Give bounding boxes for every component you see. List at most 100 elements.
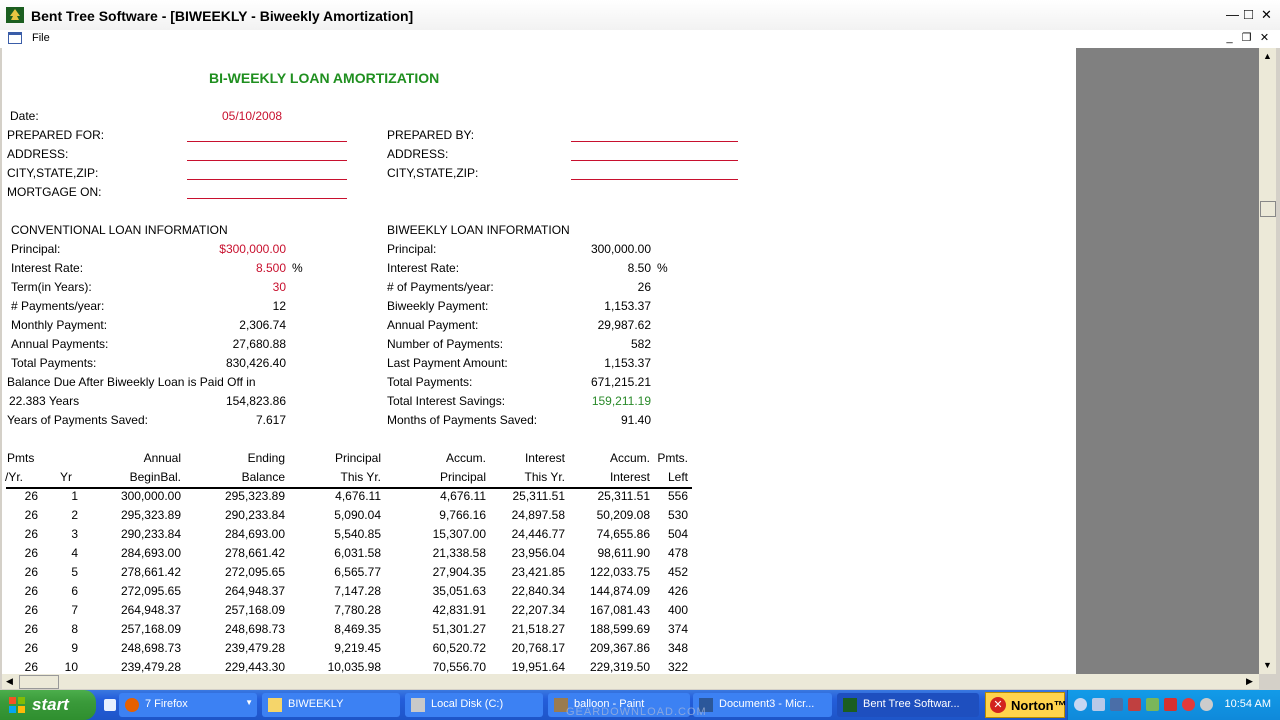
task-label: Bent Tree Softwar...	[863, 698, 960, 710]
prepared-by-line	[571, 141, 738, 142]
menu-file[interactable]: File	[32, 32, 50, 44]
conv-monthly-value: 2,306.74	[239, 318, 286, 332]
task-label: 7 Firefox	[145, 698, 188, 710]
column-header-bottom: Balance	[241, 470, 285, 484]
vertical-scrollbar[interactable]: ▲ ▼	[1259, 48, 1276, 674]
bw-principal-value: 300,000.00	[590, 242, 651, 256]
vertical-scroll-thumb[interactable]	[1260, 201, 1276, 217]
scroll-up-arrow-icon[interactable]: ▲	[1259, 48, 1276, 65]
column-header-bottom: This Yr.	[340, 470, 381, 484]
scroll-left-arrow-icon[interactable]: ◀	[2, 674, 17, 689]
maximize-button[interactable]: □	[1240, 7, 1257, 23]
bw-last-label: Last Payment Amount:	[387, 356, 508, 370]
column-header-bottom: /Yr.	[5, 470, 24, 484]
column-header-bottom: Principal	[439, 470, 486, 484]
years-saved-value: 7.617	[255, 413, 286, 427]
table-cell: 8	[71, 622, 78, 636]
table-cell: 290,233.84	[120, 527, 181, 541]
task-label: Document3 - Micr...	[719, 698, 815, 710]
report-heading: BI-WEEKLY LOAN AMORTIZATION	[209, 70, 440, 86]
conv-annual-label: Annual Payments:	[11, 337, 109, 351]
table-cell: 122,033.75	[589, 565, 650, 579]
minimize-button[interactable]: —	[1224, 7, 1241, 23]
address-right-label: ADDRESS:	[387, 147, 449, 161]
bw-months-label: Months of Payments Saved:	[387, 413, 538, 427]
horizontal-scrollbar[interactable]: ◀ ▶	[2, 674, 1259, 689]
task-bent-tree[interactable]: Bent Tree Softwar...	[837, 693, 979, 717]
table-cell: 272,095.65	[120, 584, 181, 598]
city-right-label: CITY,STATE,ZIP:	[387, 166, 479, 180]
norton-button[interactable]: ✕ Norton™	[985, 692, 1067, 718]
table-cell: 24,446.77	[511, 527, 565, 541]
task-firefox[interactable]: 7 Firefox ▼	[119, 693, 257, 717]
quicklaunch-icon[interactable]	[104, 699, 116, 711]
task-local-disk[interactable]: Local Disk (C:)	[405, 693, 543, 717]
prepared-for-line	[187, 141, 347, 142]
table-cell: 452	[667, 565, 688, 579]
table-cell: 1	[71, 489, 78, 503]
table-cell: 8,469.35	[334, 622, 381, 636]
table-cell: 25,311.51	[597, 489, 651, 503]
table-cell: 26	[24, 565, 38, 579]
column-header-top: Pmts.	[657, 451, 688, 465]
table-cell: 26	[24, 660, 38, 674]
table-cell: 7,780.28	[334, 603, 381, 617]
city-left-label: CITY,STATE,ZIP:	[7, 166, 99, 180]
app-tray-icon[interactable]	[1164, 698, 1177, 711]
table-cell: 9,766.16	[439, 508, 486, 522]
flash-icon[interactable]	[1182, 698, 1195, 711]
close-button[interactable]: ✕	[1258, 7, 1275, 23]
bw-ppy-value: 26	[637, 280, 651, 294]
firefox-icon	[125, 698, 139, 712]
table-cell: 74,655.86	[596, 527, 650, 541]
task-label: BIWEEKLY	[288, 698, 344, 710]
conv-rate-value: 8.500	[255, 261, 286, 275]
table-cell: 530	[667, 508, 688, 522]
start-button[interactable]: start	[0, 690, 96, 720]
column-header-bottom: This Yr.	[524, 470, 565, 484]
table-cell: 278,661.42	[224, 546, 285, 560]
network-icon[interactable]	[1092, 698, 1105, 711]
table-cell: 290,233.84	[224, 508, 285, 522]
task-word-document[interactable]: Document3 - Micr...	[693, 693, 832, 717]
table-cell: 278,661.42	[120, 565, 181, 579]
document-icon[interactable]	[8, 32, 22, 44]
address-left-label: ADDRESS:	[7, 147, 69, 161]
column-header-top: Interest	[524, 451, 565, 465]
connection-icon[interactable]	[1146, 698, 1159, 711]
mdi-close-button[interactable]: ✕	[1257, 31, 1272, 46]
horizontal-scroll-thumb[interactable]	[19, 675, 59, 689]
tray-expand-icon[interactable]	[1074, 698, 1087, 711]
mdi-restore-button[interactable]: ❐	[1239, 31, 1254, 46]
table-cell: 9	[71, 641, 78, 655]
table-cell: 374	[667, 622, 688, 636]
table-cell: 98,611.90	[597, 546, 651, 560]
table-cell: 188,599.69	[589, 622, 650, 636]
antivirus-icon[interactable]	[1128, 698, 1141, 711]
table-cell: 26	[24, 603, 38, 617]
bw-rate-value: 8.50	[627, 261, 651, 275]
scroll-right-arrow-icon[interactable]: ▶	[1242, 674, 1257, 689]
table-cell: 10	[64, 660, 78, 674]
prepared-for-label: PREPARED FOR:	[7, 128, 105, 142]
bw-count-label: Number of Payments:	[387, 337, 504, 351]
chevron-down-icon: ▼	[245, 698, 253, 707]
table-cell: 257,168.09	[120, 622, 181, 636]
conv-principal-value: $300,000.00	[219, 242, 286, 256]
volume-icon[interactable]	[1200, 698, 1213, 711]
table-cell: 556	[667, 489, 688, 503]
table-cell: 229,443.30	[224, 660, 285, 674]
task-biweekly-folder[interactable]: BIWEEKLY	[262, 693, 400, 717]
bw-months-value: 91.40	[620, 413, 651, 427]
table-cell: 426	[667, 584, 688, 598]
norton-x-icon: ✕	[990, 697, 1006, 713]
norton-label: Norton™	[1011, 698, 1067, 713]
table-cell: 284,693.00	[120, 546, 181, 560]
satellite-icon[interactable]	[1110, 698, 1123, 711]
table-cell: 26	[24, 546, 38, 560]
window-title: Bent Tree Software - [BIWEEKLY - Biweekl…	[31, 8, 414, 24]
scroll-down-arrow-icon[interactable]: ▼	[1259, 657, 1276, 674]
conventional-heading: CONVENTIONAL LOAN INFORMATION	[11, 223, 228, 237]
mdi-minimize-button[interactable]: _	[1222, 31, 1237, 46]
table-cell: 6	[71, 584, 78, 598]
